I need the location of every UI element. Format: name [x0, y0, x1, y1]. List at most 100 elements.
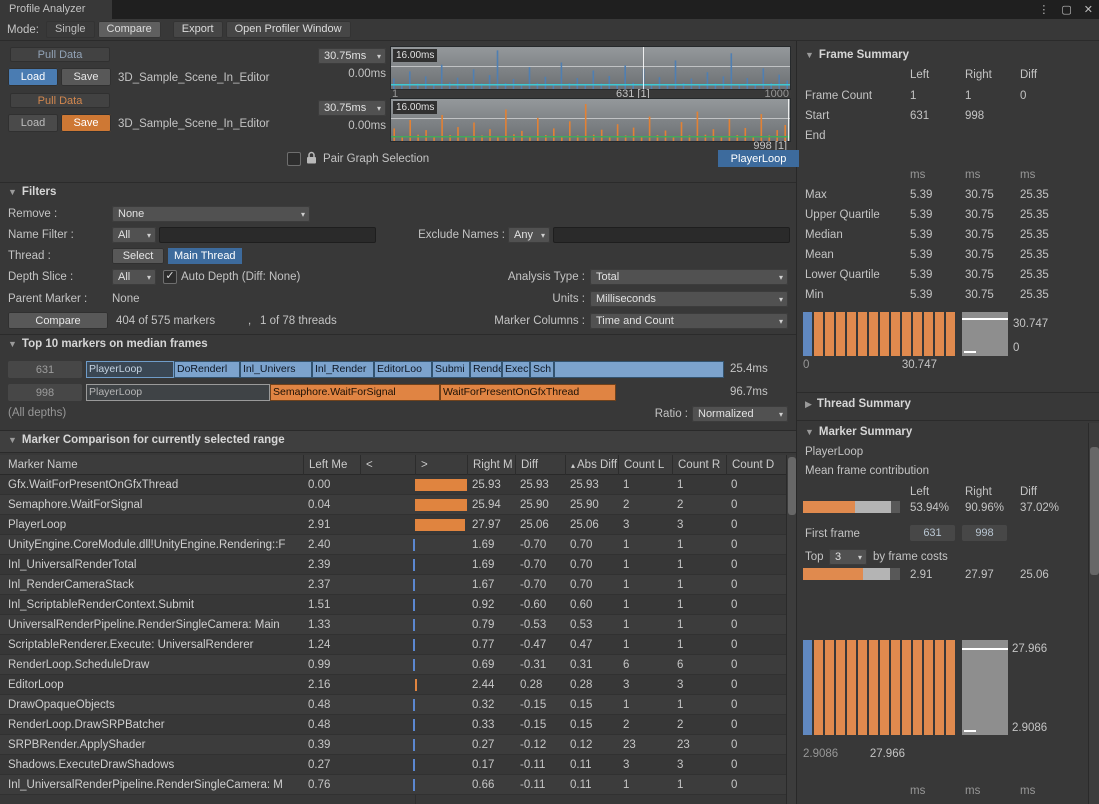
- panel-scrollbar[interactable]: [1088, 423, 1099, 804]
- table-row[interactable]: RenderLoop.ScheduleDraw0.990.69-0.310.31…: [0, 655, 786, 675]
- export-button[interactable]: Export: [173, 21, 223, 38]
- close-icon[interactable]: ✕: [1084, 3, 1093, 16]
- left-frame-graph[interactable]: 16.00ms: [390, 46, 791, 90]
- table-row[interactable]: UniversalRenderPipeline.RenderSingleCame…: [0, 615, 786, 635]
- col-marker-name[interactable]: Marker Name: [0, 455, 303, 475]
- table-row[interactable]: Inl_UniversalRenderTotal2.391.69-0.700.7…: [0, 555, 786, 575]
- graph-spikes: [391, 47, 790, 89]
- table-row[interactable]: PlayerLoop2.9127.9725.0625.06330: [0, 515, 786, 535]
- selected-marker-tag[interactable]: PlayerLoop: [718, 150, 799, 167]
- auto-depth-checkbox[interactable]: ✓: [163, 270, 177, 284]
- table-row[interactable]: SRPBRender.ApplyShader0.390.27-0.120.122…: [0, 735, 786, 755]
- table-row[interactable]: ScriptableRenderer.Execute: UniversalRen…: [0, 635, 786, 655]
- open-profiler-window-button[interactable]: Open Profiler Window: [226, 21, 351, 38]
- marker-cost-histogram[interactable]: [803, 640, 955, 735]
- frame-duration-histogram[interactable]: [803, 312, 955, 356]
- table-row[interactable]: EditorLoop2.162.440.280.28330: [0, 675, 786, 695]
- col-right-median[interactable]: Right M: [467, 455, 515, 475]
- col-left-bar[interactable]: <: [360, 455, 415, 475]
- right-graph-scale-dropdown[interactable]: 30.75ms▾: [318, 100, 386, 116]
- col-right-bar[interactable]: >: [415, 455, 467, 475]
- table-row[interactable]: RenderLoop.DrawSRPBatcher0.480.33-0.150.…: [0, 715, 786, 735]
- diff-bar: [413, 619, 415, 631]
- top10-segment[interactable]: DoRenderl: [174, 361, 240, 378]
- marker-cost-boxplot[interactable]: [962, 640, 1008, 735]
- panel-scrollbar-thumb[interactable]: [1090, 447, 1099, 575]
- table-row[interactable]: Shadows.ExecuteDrawShadows0.270.17-0.110…: [0, 755, 786, 775]
- right-frame-graph[interactable]: 16.00ms: [390, 98, 791, 142]
- analysis-type-dropdown[interactable]: Total▾: [590, 269, 788, 285]
- col-left-median[interactable]: Left Me: [303, 455, 360, 475]
- thread-value-tag[interactable]: Main Thread: [168, 248, 242, 264]
- marker-columns-dropdown[interactable]: Time and Count▾: [590, 313, 788, 329]
- left-graph-scale-dropdown[interactable]: 30.75ms▾: [318, 48, 386, 64]
- first-frame-right-button[interactable]: 998: [962, 525, 1007, 541]
- top10-segment[interactable]: Inl_Render: [312, 361, 374, 378]
- top10-segment[interactable]: Semaphore.WaitForSignal: [270, 384, 440, 401]
- frame-summary-header[interactable]: ▼Frame Summary: [805, 49, 909, 61]
- top10-section-header[interactable]: ▼Top 10 markers on median frames: [8, 338, 208, 350]
- units-dropdown[interactable]: Milliseconds▾: [590, 291, 788, 307]
- thread-summary-header[interactable]: ▶Thread Summary: [805, 398, 911, 410]
- save-left-button[interactable]: Save: [61, 68, 111, 86]
- depth-slice-dropdown[interactable]: All▾: [112, 269, 156, 285]
- first-frame-left-button[interactable]: 631: [910, 525, 955, 541]
- col-abs-diff[interactable]: ▴Abs Diff: [565, 455, 618, 475]
- cell-left: 2.16: [303, 675, 360, 695]
- marker-summary-header[interactable]: ▼Marker Summary: [805, 426, 912, 438]
- remove-dropdown[interactable]: None▾: [112, 206, 310, 222]
- name-filter-input[interactable]: [159, 227, 376, 243]
- save-right-button[interactable]: Save: [61, 114, 111, 132]
- table-row[interactable]: UnityEngine.CoreModule.dll!UnityEngine.R…: [0, 535, 786, 555]
- top-n-dropdown[interactable]: 3▾: [829, 549, 867, 565]
- exclude-names-input[interactable]: [553, 227, 790, 243]
- ratio-dropdown[interactable]: Normalized▾: [692, 406, 788, 422]
- top10-segment[interactable]: Submi: [432, 361, 470, 378]
- name-filter-scope-dropdown[interactable]: All▾: [112, 227, 156, 243]
- col-count-right[interactable]: Count R: [672, 455, 726, 475]
- chevron-down-icon: ▾: [858, 553, 862, 562]
- col-count-left[interactable]: Count L: [618, 455, 672, 475]
- top10-segment[interactable]: PlayerLoop: [86, 361, 174, 378]
- table-scrollbar-thumb[interactable]: [788, 457, 796, 515]
- top10-filler[interactable]: [616, 384, 720, 401]
- mode-single-button[interactable]: Single: [46, 21, 95, 38]
- top10-segment[interactable]: Rende: [470, 361, 502, 378]
- col-diff[interactable]: Diff: [515, 455, 565, 475]
- table-row[interactable]: DrawOpaqueObjects0.480.32-0.150.15110: [0, 695, 786, 715]
- pair-graph-checkbox[interactable]: [287, 152, 301, 166]
- exclude-scope-dropdown[interactable]: Any▾: [508, 227, 550, 243]
- frame-number-badge[interactable]: 998: [8, 384, 82, 401]
- top10-segment[interactable]: Sch: [530, 361, 554, 378]
- top10-segment[interactable]: Exec: [502, 361, 530, 378]
- top10-segment[interactable]: EditorLoo: [374, 361, 432, 378]
- table-row[interactable]: Inl_UniversalRenderPipeline.RenderSingle…: [0, 775, 786, 795]
- frame-duration-boxplot[interactable]: [962, 312, 1008, 356]
- mode-compare-button[interactable]: Compare: [98, 21, 161, 38]
- comparison-section-header[interactable]: ▼Marker Comparison for currently selecte…: [8, 434, 285, 446]
- top10-filler[interactable]: [554, 361, 724, 378]
- menu-icon[interactable]: ⋮: [1038, 3, 1049, 16]
- top10-segment[interactable]: PlayerLoop: [86, 384, 270, 401]
- top10-segment[interactable]: WaitForPresentOnGfxThread: [440, 384, 616, 401]
- threshold-label[interactable]: 16.00ms: [393, 101, 437, 114]
- table-row[interactable]: Inl_RenderCameraStack2.371.67-0.700.7011…: [0, 575, 786, 595]
- thread-select-button[interactable]: Select: [112, 248, 164, 264]
- pull-data-right-button[interactable]: Pull Data: [10, 93, 110, 108]
- maximize-icon[interactable]: ▢: [1061, 3, 1071, 16]
- top10-segment[interactable]: Inl_Univers: [240, 361, 312, 378]
- compare-button[interactable]: Compare: [8, 312, 108, 329]
- load-left-button[interactable]: Load: [8, 68, 58, 86]
- filters-section-header[interactable]: ▼Filters: [8, 186, 56, 198]
- table-row[interactable]: Semaphore.WaitForSignal0.0425.9425.9025.…: [0, 495, 786, 515]
- load-right-button[interactable]: Load: [8, 114, 58, 132]
- table-row[interactable]: Gfx.WaitForPresentOnGfxThread0.0025.9325…: [0, 475, 786, 495]
- pull-data-left-button[interactable]: Pull Data: [10, 47, 110, 62]
- frame-number-badge[interactable]: 631: [8, 361, 82, 378]
- table-scrollbar[interactable]: [786, 455, 796, 804]
- threshold-label[interactable]: 16.00ms: [393, 49, 437, 62]
- lock-icon[interactable]: [306, 151, 317, 168]
- col-count-diff[interactable]: Count D: [726, 455, 786, 475]
- table-row[interactable]: Inl_ScriptableRenderContext.Submit1.510.…: [0, 595, 786, 615]
- window-tab[interactable]: Profile Analyzer: [0, 0, 112, 19]
